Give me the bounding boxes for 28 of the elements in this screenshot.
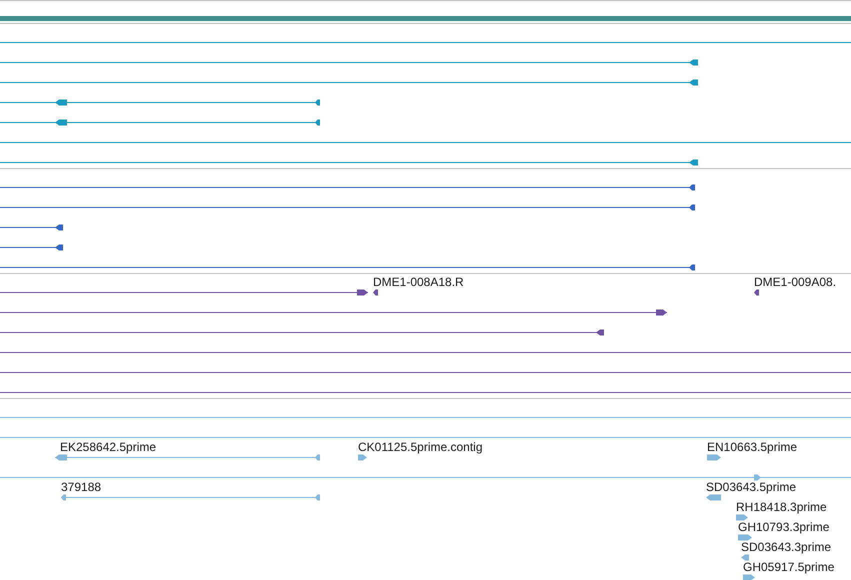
feature-arrow-icon[interactable] (315, 120, 320, 126)
feature-arrow-icon[interactable] (656, 310, 667, 316)
feature-label: RH18418.3prime (736, 501, 827, 514)
feature-arrow-icon[interactable] (373, 290, 378, 296)
feature-arrow-icon[interactable] (689, 80, 698, 86)
feature-arrow-icon[interactable] (689, 204, 695, 210)
feature-arrow-icon[interactable] (596, 330, 604, 336)
feature-arrow-icon[interactable] (754, 290, 759, 296)
feature-arrow-icon[interactable] (689, 60, 698, 66)
feature-label: SD03643.3prime (741, 541, 832, 554)
feature-arrow-icon[interactable] (315, 100, 320, 106)
feature-arrow-icon[interactable] (55, 244, 63, 250)
feature-arrow-icon[interactable] (689, 184, 695, 190)
feature-label: DME1-009A08. (754, 276, 836, 289)
feature-label: 379188 (61, 481, 102, 494)
feature-label: GH05917.5prime (743, 561, 834, 574)
feature-arrow-icon[interactable] (55, 120, 67, 126)
feature-arrow-icon[interactable] (689, 160, 698, 166)
feature-label: EN10663.5prime (707, 441, 798, 454)
feature-label: GH10793.3prime (738, 521, 830, 534)
feature-arrow-icon[interactable] (55, 100, 67, 106)
feature-arrow-icon[interactable] (357, 290, 368, 296)
feature-label: DME1-008A18.R (373, 276, 464, 289)
feature-arrow-icon[interactable] (55, 224, 63, 230)
feature-arrow-icon[interactable] (689, 264, 695, 270)
feature-label: EK258642.5prime (60, 441, 156, 454)
feature-label: CK01125.5prime.contig (358, 441, 483, 454)
feature-label: SD03643.5prime (706, 481, 796, 494)
